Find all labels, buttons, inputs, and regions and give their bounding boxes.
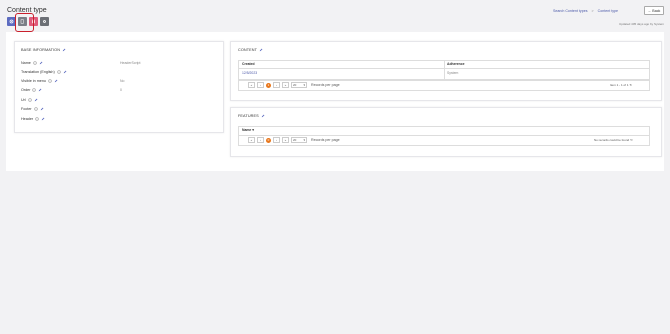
field-row-name: Name <box>21 61 43 65</box>
features-pager-info: No records could be found ↻ <box>594 138 633 142</box>
field-row-url: Url <box>21 98 38 102</box>
field-row-order: Order <box>21 88 42 92</box>
highlight-circle <box>15 13 34 32</box>
pencil-icon[interactable] <box>34 98 38 102</box>
chevron-down-icon: ▾ <box>303 83 305 87</box>
next-page-button[interactable]: › <box>273 82 280 88</box>
prev-page-button[interactable]: ‹ <box>257 82 264 88</box>
current-page[interactable]: 0 <box>266 137 271 143</box>
base-info-card <box>14 41 224 133</box>
pencil-icon[interactable] <box>54 79 58 83</box>
breadcrumb-item-current[interactable]: Content type <box>598 9 618 13</box>
breadcrumb-separator: > <box>591 9 594 13</box>
breadcrumb-item-search[interactable]: Search Content types <box>553 9 588 13</box>
field-value-order: 0 <box>120 88 122 92</box>
info-icon <box>56 70 61 74</box>
page-size-select[interactable]: 20 ▾ <box>291 137 307 143</box>
next-page-button[interactable]: › <box>273 137 280 143</box>
column-header-adherence[interactable]: Adherence <box>447 62 465 66</box>
content-title: CONTENT <box>238 48 263 52</box>
pencil-icon[interactable] <box>38 88 42 92</box>
table-cell-created[interactable]: 12/5/2023 <box>242 71 257 75</box>
features-title: FEATURES <box>238 114 265 118</box>
content-pager-info: Item 1 - 1 of 1 ↻ <box>610 83 633 87</box>
arrow-left-icon: ← <box>647 8 652 13</box>
refresh-icon[interactable]: ↻ <box>630 138 633 142</box>
pencil-icon[interactable] <box>259 48 263 52</box>
first-page-button[interactable]: « <box>248 137 255 143</box>
field-row-footer: Footer <box>21 107 44 111</box>
info-icon <box>48 79 52 83</box>
chevron-down-icon: ▾ <box>303 138 305 142</box>
divider <box>444 60 445 79</box>
page-size-select[interactable]: 20 ▾ <box>291 82 307 88</box>
info-icon <box>32 88 37 92</box>
breadcrumb: Search Content types > Content type <box>553 9 618 13</box>
field-row-visible: Visible in menu <box>21 79 58 83</box>
first-page-button[interactable]: « <box>248 82 255 88</box>
features-pager: « ‹ 0 › » 20 ▾ Records per page <box>248 137 340 143</box>
base-info-title: BASE INFORMATION <box>21 48 66 52</box>
prev-page-button[interactable]: ‹ <box>257 137 264 143</box>
pencil-icon[interactable] <box>261 114 265 118</box>
column-header-name[interactable]: Name ▾ <box>242 128 254 132</box>
current-page[interactable]: 1 <box>266 82 271 88</box>
back-button[interactable]: ← Back <box>644 6 664 15</box>
pencil-icon[interactable] <box>62 48 66 52</box>
field-value-name: HeaderScript <box>120 61 141 65</box>
column-header-created[interactable]: Created <box>242 62 255 66</box>
settings-button[interactable] <box>40 17 49 26</box>
field-value-visible: No <box>120 79 125 83</box>
sort-icon: ▾ <box>252 128 254 132</box>
records-per-page-label: Records per page <box>311 138 340 142</box>
last-page-button[interactable]: » <box>282 82 289 88</box>
pencil-icon[interactable] <box>40 107 44 111</box>
cog-icon <box>43 20 46 23</box>
refresh-icon[interactable]: ↻ <box>630 83 633 87</box>
field-row-translation: Translation (English) <box>21 70 67 74</box>
pencil-icon[interactable] <box>63 70 67 74</box>
gear-icon <box>9 19 14 24</box>
pencil-icon[interactable] <box>41 117 45 121</box>
back-label: Back <box>652 8 661 13</box>
records-per-page-label: Records per page <box>311 83 340 87</box>
info-icon <box>33 107 38 111</box>
field-row-header: Header <box>21 117 45 121</box>
info-icon <box>27 98 32 102</box>
info-icon <box>35 117 39 121</box>
pencil-icon[interactable] <box>39 61 43 65</box>
content-pager: « ‹ 1 › » 20 ▾ Records per page <box>248 82 340 88</box>
updated-text: Updated 405 days ago by System <box>618 22 664 26</box>
last-page-button[interactable]: » <box>282 137 289 143</box>
table-cell-adherence: System <box>447 71 459 75</box>
info-icon <box>33 61 37 65</box>
